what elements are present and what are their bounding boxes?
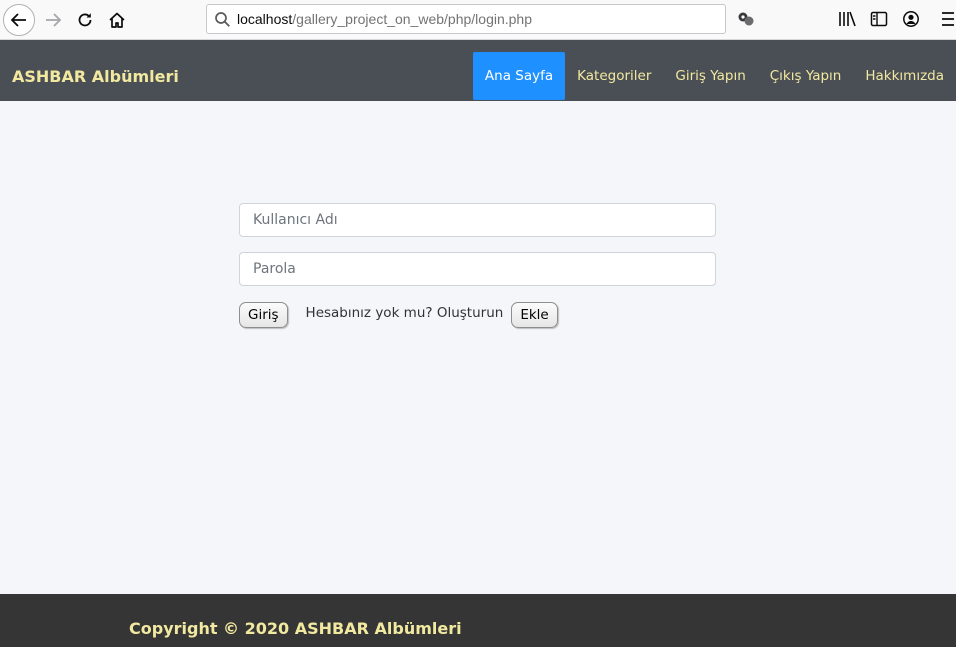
sidebar-button[interactable] — [870, 11, 888, 32]
sidebar-icon — [870, 11, 888, 27]
library-icon — [839, 11, 856, 27]
back-button[interactable] — [3, 4, 35, 36]
extension-button[interactable] — [736, 10, 756, 33]
form-actions: Giriş Hesabınız yok mu? Oluşturun Ekle — [239, 302, 558, 328]
reload-icon — [78, 13, 92, 27]
site-footer: Copyright © 2020 ASHBAR Albümleri — [0, 594, 956, 647]
url-text: localhost/gallery_project_on_web/php/log… — [237, 11, 532, 27]
home-button[interactable] — [101, 4, 133, 36]
copyright-text: Copyright © 2020 ASHBAR Albümleri — [129, 619, 462, 638]
extension-icon — [738, 12, 754, 26]
hamburger-menu-icon — [942, 12, 954, 26]
nav-link-categories[interactable]: Kategoriler — [565, 52, 663, 100]
signup-button[interactable]: Ekle — [511, 302, 558, 328]
forward-button[interactable] — [37, 4, 69, 36]
home-icon — [109, 12, 125, 28]
password-input[interactable] — [239, 252, 716, 286]
login-button[interactable]: Giriş — [239, 302, 288, 328]
nav-links: Ana Sayfa Kategoriler Giriş Yapın Çıkış … — [472, 52, 956, 101]
browser-toolbar: localhost/gallery_project_on_web/php/log… — [0, 0, 956, 40]
account-button[interactable] — [902, 10, 920, 33]
username-input[interactable] — [239, 203, 716, 237]
nav-link-login[interactable]: Giriş Yapın — [663, 52, 757, 100]
url-path: /gallery_project_on_web/php/login.php — [292, 11, 532, 27]
signup-prompt: Hesabınız yok mu? Oluşturun — [305, 305, 504, 321]
search-icon — [207, 11, 237, 28]
login-section: Giriş Hesabınız yok mu? Oluşturun Ekle — [0, 101, 956, 594]
back-arrow-icon — [10, 13, 26, 27]
nav-link-home[interactable]: Ana Sayfa — [472, 52, 566, 100]
account-icon — [903, 11, 919, 27]
forward-arrow-icon — [46, 13, 62, 27]
nav-link-about[interactable]: Hakkımızda — [853, 52, 956, 100]
reload-button[interactable] — [69, 4, 101, 36]
url-bar[interactable]: localhost/gallery_project_on_web/php/log… — [206, 4, 726, 34]
library-button[interactable] — [838, 11, 856, 32]
menu-button[interactable] — [940, 11, 954, 32]
url-host: localhost — [237, 11, 293, 27]
brand-logo[interactable]: ASHBAR Albümleri — [12, 40, 179, 101]
site-navbar: ASHBAR Albümleri Ana Sayfa Kategoriler G… — [0, 40, 956, 101]
nav-link-logout[interactable]: Çıkış Yapın — [758, 52, 854, 100]
